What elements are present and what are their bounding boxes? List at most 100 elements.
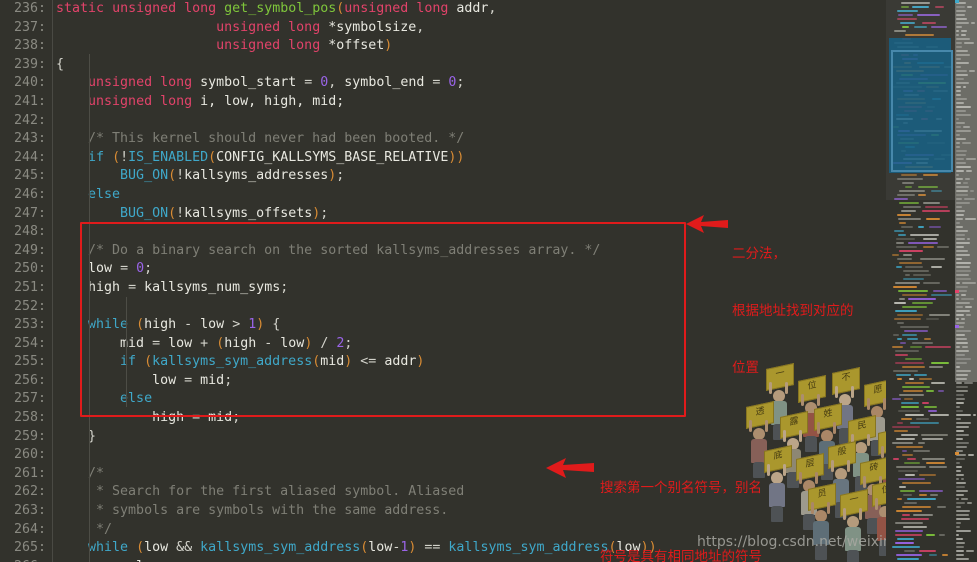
minimap-line xyxy=(901,406,919,408)
minimap-line xyxy=(897,558,919,560)
line-number: 249: xyxy=(13,242,46,258)
minimap-line xyxy=(903,526,927,528)
minimap-line xyxy=(899,486,906,488)
figure-arm xyxy=(783,464,786,476)
token: = xyxy=(184,372,193,388)
token: kallsyms_addresses xyxy=(184,168,329,184)
token: unsigned xyxy=(216,38,281,54)
minimap-line xyxy=(902,386,930,388)
minimap-line xyxy=(893,370,918,372)
token: ; xyxy=(232,410,241,426)
code-line[interactable]: 245: BUG_ON(!kallsyms_addresses); xyxy=(0,167,886,186)
ruler-line xyxy=(956,486,965,488)
overview-ruler-scrollbar[interactable] xyxy=(955,0,977,562)
minimap-line xyxy=(905,358,922,360)
minimap-line xyxy=(895,522,923,524)
token: == xyxy=(424,540,441,556)
screenshot-root: 236: static unsigned long get_symbol_pos(… xyxy=(0,0,977,562)
annotation-note-1-line-2: 根据地址找到对应的 xyxy=(732,303,854,319)
token: long xyxy=(160,93,193,109)
token: while xyxy=(88,540,129,556)
minimap-line xyxy=(892,398,901,400)
minimap-line xyxy=(918,226,924,228)
minimap-line xyxy=(919,378,932,380)
ruler-line xyxy=(956,490,968,492)
token: ; xyxy=(280,279,289,295)
minimap-line xyxy=(901,226,913,228)
ruler-line xyxy=(956,422,971,424)
token: )) xyxy=(448,149,465,165)
minimap-line xyxy=(902,514,910,516)
figure-legs xyxy=(847,550,859,562)
token: unsigned xyxy=(112,1,177,16)
minimap-line xyxy=(902,306,927,308)
ruler-line xyxy=(956,522,961,524)
annotation-arrow-2 xyxy=(546,458,594,478)
figure-arm xyxy=(867,398,870,410)
indent-guide xyxy=(126,297,127,407)
figure-legs xyxy=(771,506,783,522)
code-line[interactable]: 239: { xyxy=(0,56,886,75)
code-line[interactable]: 237: unsigned long *symbolsize, xyxy=(0,19,886,38)
code-line[interactable]: 243: /* This kernel should never had bee… xyxy=(0,130,886,149)
token: CONFIG_KALLSYMS_BASE_RELATIVE xyxy=(216,149,449,165)
token: kallsyms_sym_address xyxy=(152,354,313,370)
ruler-marker xyxy=(955,325,959,328)
token: if xyxy=(120,354,137,370)
code-line[interactable]: 242: xyxy=(0,112,886,131)
token: = xyxy=(152,335,161,351)
ruler-line xyxy=(956,466,962,468)
figure-arm xyxy=(833,422,836,434)
ruler-line xyxy=(956,542,965,544)
code-line[interactable]: 236: static unsigned long get_symbol_pos(… xyxy=(0,0,886,19)
line-number: 262: xyxy=(13,484,46,500)
line-text: unsigned long *offset) xyxy=(47,37,392,56)
line-text: /* xyxy=(47,465,104,484)
minimap-line xyxy=(922,210,950,212)
ruler-line xyxy=(956,430,964,432)
code-line[interactable]: 240: unsigned long symbol_start = 0, sym… xyxy=(0,74,886,93)
line-text: { xyxy=(47,56,64,75)
token: /* Do a binary search on the sorted kall… xyxy=(88,242,601,258)
code-line[interactable]: 241: unsigned long i, low, high, mid; xyxy=(0,93,886,112)
token: i, low, high, mid; xyxy=(200,93,345,109)
token: *offset xyxy=(328,38,385,54)
minimap-line xyxy=(907,458,916,460)
minimap-line xyxy=(914,374,927,376)
editor-minimap[interactable] xyxy=(886,0,955,562)
token: long xyxy=(288,38,321,54)
figure-arm xyxy=(799,430,802,442)
token: mid xyxy=(208,410,233,426)
code-line[interactable]: 246: else xyxy=(0,186,886,205)
minimap-line xyxy=(895,350,919,352)
line-number: 244: xyxy=(13,149,46,165)
figure-arm xyxy=(815,472,818,484)
figure-arm xyxy=(881,446,884,458)
minimap-line xyxy=(903,278,924,280)
minimap-line xyxy=(896,554,922,556)
code-line[interactable]: 244: if (!IS_ENABLED(CONFIG_KALLSYMS_BAS… xyxy=(0,149,886,168)
token: /* xyxy=(88,465,105,481)
code-line[interactable]: 238: unsigned long *offset) xyxy=(0,37,886,56)
ruler-line xyxy=(956,426,969,428)
ruler-line xyxy=(973,414,976,416)
ruler-marker xyxy=(955,452,959,455)
line-text: if (kallsyms_sym_address(mid) <= addr) xyxy=(47,353,424,372)
line-text: unsigned long *symbolsize, xyxy=(47,19,424,38)
token: ( xyxy=(168,168,177,184)
minimap-slider[interactable] xyxy=(886,0,955,200)
minimap-line xyxy=(901,434,918,436)
ruler-line xyxy=(956,418,961,420)
